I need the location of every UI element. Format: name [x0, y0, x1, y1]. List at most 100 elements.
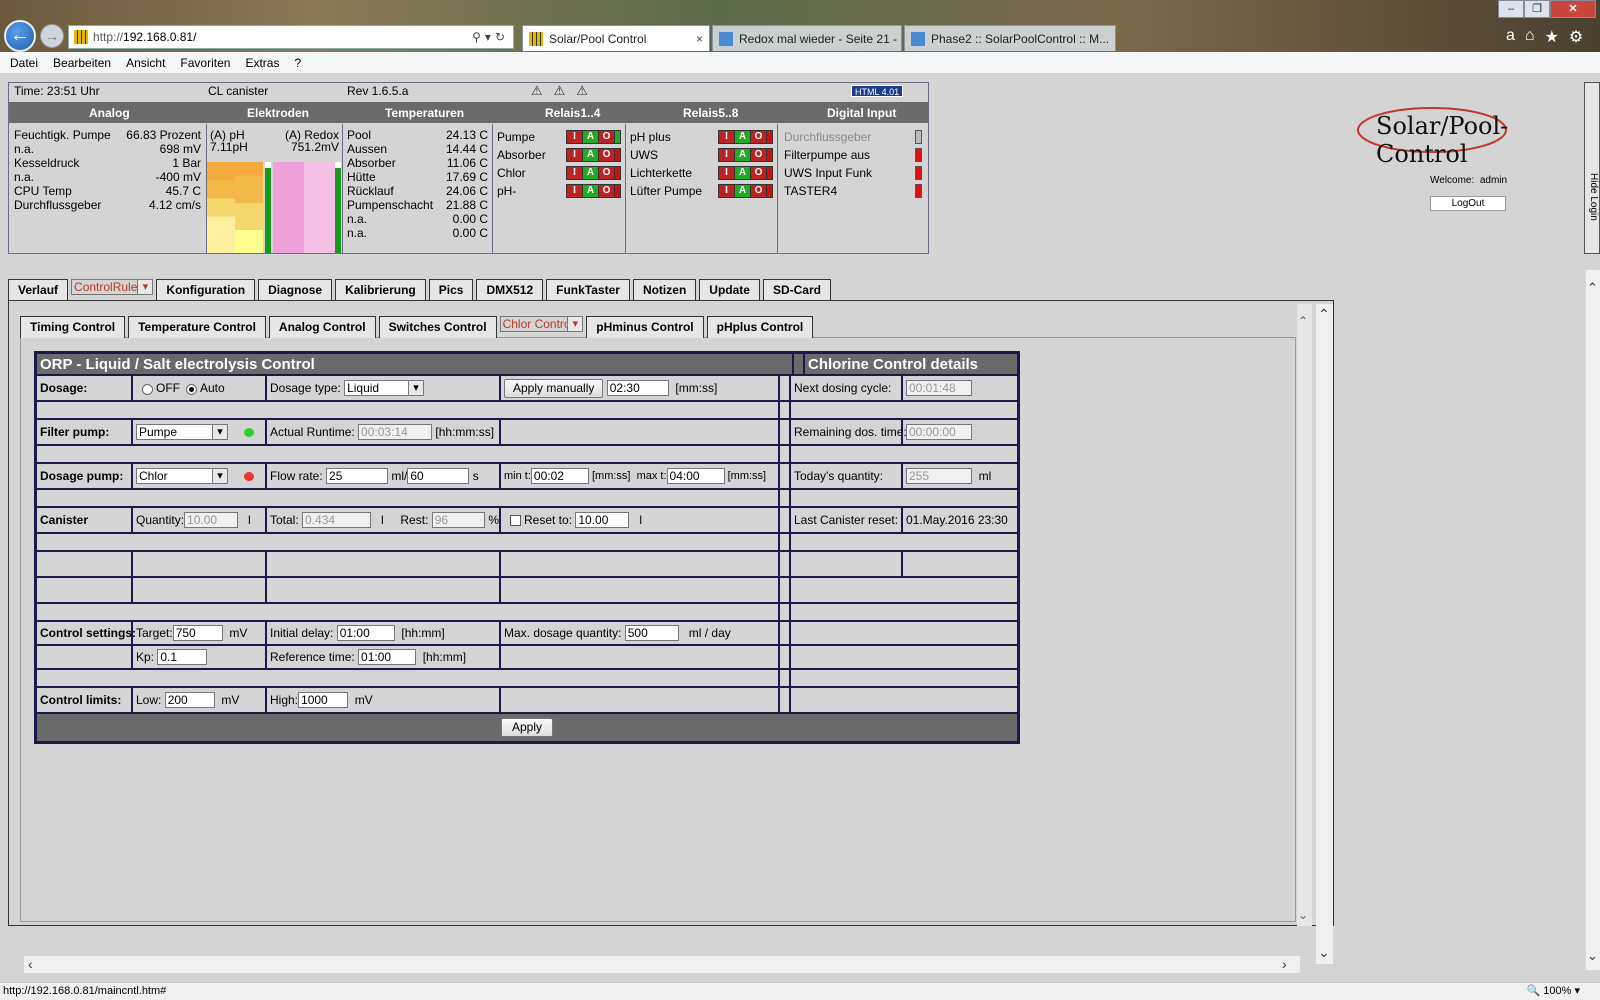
tab-sd-card[interactable]: SD-Card — [762, 279, 831, 301]
filter-pump-select[interactable]: Pumpe — [136, 424, 228, 440]
menu-extras[interactable]: Extras — [245, 56, 279, 70]
home-icon[interactable]: ⌂ — [1525, 27, 1535, 47]
menu-favoriten[interactable]: Favoriten — [180, 56, 230, 70]
reset-to-input[interactable]: 10.00 — [575, 512, 630, 528]
tab-switches-control[interactable]: Switches Control — [378, 316, 497, 338]
tab-diagnose[interactable]: Diagnose — [258, 279, 333, 301]
relay-switch[interactable]: IAO — [718, 130, 773, 144]
scroll-down-icon[interactable]: ⌄ — [1298, 908, 1308, 922]
browser-tab[interactable]: Redox mal wieder - Seite 21 - P... — [712, 25, 902, 51]
close-tab-icon[interactable]: × — [690, 32, 703, 46]
tab-kalibrierung[interactable]: Kalibrierung — [335, 279, 426, 301]
dosage-pump-cell: Chlor — [132, 463, 266, 489]
runtime-label: Actual Runtime: — [270, 425, 355, 439]
favicon-icon — [529, 31, 543, 46]
today-label: Today's quantity: — [790, 463, 902, 489]
empty-cell — [500, 687, 779, 713]
relay-switch[interactable]: IAO — [718, 148, 773, 162]
low-input[interactable]: 200 — [164, 692, 215, 708]
apply-manually-button[interactable]: Apply manually — [504, 378, 604, 398]
relay-switch[interactable]: IAO — [566, 130, 621, 144]
menu-bearbeiten[interactable]: Bearbeiten — [53, 56, 111, 70]
maximize-icon[interactable]: ❐ — [1524, 0, 1550, 18]
scroll-right-icon[interactable]: › — [1282, 956, 1287, 972]
kp-input[interactable]: 0.1 — [157, 649, 208, 665]
tab-controlrules[interactable]: ControlRules — [71, 279, 154, 295]
relay-switch[interactable]: IAO — [566, 148, 621, 162]
logout-button[interactable]: LogOut — [1430, 196, 1506, 211]
scroll-left-icon[interactable]: ‹ — [28, 956, 33, 972]
menu-ansicht[interactable]: Ansicht — [126, 56, 165, 70]
close-window-icon[interactable]: ✕ — [1550, 0, 1596, 18]
initial-delay-input[interactable]: 01:00 — [336, 625, 395, 641]
scroll-up-icon[interactable]: ⌃ — [1318, 306, 1330, 323]
tab-konfiguration[interactable]: Konfiguration — [156, 279, 256, 301]
tab-timing-control[interactable]: Timing Control — [20, 316, 126, 338]
relay-status-led — [767, 185, 772, 197]
tab-phplus-control[interactable]: pHplus Control — [706, 316, 814, 338]
horizontal-scrollbar[interactable]: ‹ › — [24, 956, 1300, 973]
reset-checkbox[interactable] — [510, 514, 521, 526]
reference-time-input[interactable]: 01:00 — [358, 649, 417, 665]
spacer-row — [36, 445, 779, 463]
address-bar[interactable]: http://192.168.0.81/ ⚲▾↻ — [68, 25, 514, 49]
relais2-column: pH plus I A O UWS I A O Lichterkette I A O Lüfter… — [626, 124, 778, 254]
search-refresh-icon[interactable]: ⚲▾↻ — [443, 30, 513, 44]
scroll-down-icon[interactable]: ⌄ — [1318, 944, 1330, 961]
browser-tab-active[interactable]: Solar/Pool Control × — [522, 25, 710, 51]
relay-switch[interactable]: IAO — [566, 184, 621, 198]
flow-ml-input[interactable]: 25 — [326, 468, 389, 484]
rev-text: Rev 1.6.5.a — [347, 84, 409, 98]
scroll-down-icon[interactable]: ⌄ — [1587, 948, 1598, 964]
tab-dmx512[interactable]: DMX512 — [476, 279, 544, 301]
address-url[interactable]: http://192.168.0.81/ — [93, 30, 443, 44]
target-input[interactable]: 750 — [172, 625, 223, 641]
tab-pics[interactable]: Pics — [428, 279, 474, 301]
dosage-auto-radio[interactable] — [186, 383, 197, 395]
hide-login-button[interactable]: Hide Login — [1584, 82, 1600, 254]
flow-seconds-input[interactable]: 60 — [407, 468, 470, 484]
inner-vertical-scrollbar[interactable]: ⌃ ⌄ — [1297, 304, 1312, 926]
favorites-star-icon[interactable]: ★ — [1545, 27, 1559, 47]
tab-analog-control[interactable]: Analog Control — [268, 316, 376, 338]
menu-datei[interactable]: Datei — [10, 56, 38, 70]
relay-switch[interactable]: IAO — [718, 166, 773, 180]
max-t-input[interactable]: 04:00 — [666, 468, 725, 484]
menu-help[interactable]: ? — [294, 56, 301, 70]
tab-notizen[interactable]: Notizen — [632, 279, 697, 301]
dosage-pump-select[interactable]: Chlor — [136, 468, 228, 484]
scroll-up-icon[interactable]: ⌃ — [1298, 314, 1308, 328]
relay-switch[interactable]: IAO — [718, 184, 773, 198]
tab-verlauf[interactable]: Verlauf — [8, 279, 69, 301]
settings-gear-icon[interactable]: ⚙ — [1569, 27, 1583, 47]
forum-icon — [719, 31, 733, 46]
separator — [779, 669, 790, 687]
forward-icon[interactable]: → — [40, 24, 64, 48]
high-input[interactable]: 1000 — [298, 692, 349, 708]
apply-button[interactable]: Apply — [500, 718, 554, 737]
max-dosage-input[interactable]: 500 — [624, 625, 679, 641]
tab-funktaster[interactable]: FunkTaster — [546, 279, 630, 301]
empty-cell — [790, 577, 1018, 603]
page-vertical-scrollbar[interactable]: ⌃ ⌄ — [1586, 270, 1600, 970]
dosage-off-radio[interactable] — [142, 383, 153, 395]
relay-switch[interactable]: IAO — [566, 166, 621, 180]
dosage-type-select[interactable]: Liquid — [344, 380, 425, 396]
tab-update[interactable]: Update — [699, 279, 760, 301]
frame-vertical-scrollbar[interactable]: ⌃ ⌄ — [1316, 304, 1333, 964]
unit-label: ml — [978, 469, 992, 483]
scroll-up-icon[interactable]: ⌃ — [1587, 280, 1598, 296]
tab-chlor-control[interactable]: Chlor Control — [499, 316, 584, 332]
browser-tab[interactable]: Phase2 :: SolarPoolControl :: M... — [904, 25, 1116, 51]
zoom-level[interactable]: 🔍 100% ▾ — [1527, 983, 1580, 999]
tab-temperature-control[interactable]: Temperature Control — [128, 316, 266, 338]
manual-time-input[interactable]: 02:30 — [606, 380, 669, 396]
min-t-input[interactable]: 00:02 — [530, 468, 589, 484]
unit-label: ml / day — [688, 626, 731, 640]
amazon-icon[interactable]: a — [1506, 27, 1515, 47]
relay-status-led — [767, 167, 772, 179]
forum-icon — [911, 31, 925, 46]
minimize-icon[interactable]: – — [1498, 0, 1524, 18]
back-icon[interactable]: ← — [4, 20, 36, 52]
tab-phminus-control[interactable]: pHminus Control — [586, 316, 704, 338]
